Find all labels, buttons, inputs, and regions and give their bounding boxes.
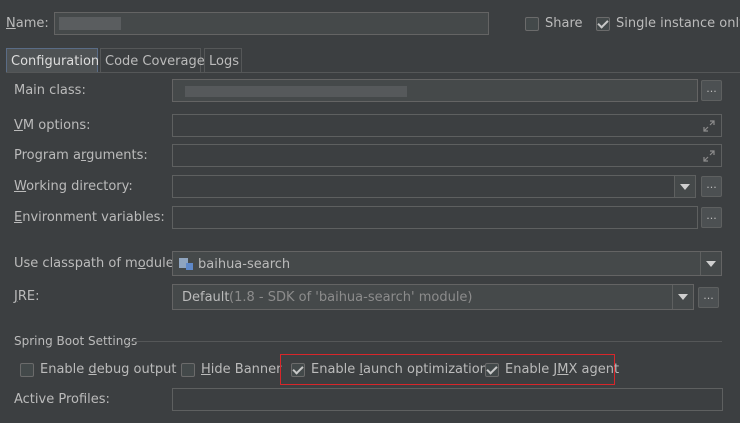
active-profiles-input[interactable] [172, 388, 723, 411]
tab-configuration-label: Configuration [11, 54, 100, 69]
active-profiles-label: Active Profiles: [14, 392, 110, 407]
tab-configuration[interactable]: Configuration [6, 48, 100, 73]
expand-icon[interactable] [703, 150, 715, 162]
working-directory-combo[interactable] [172, 175, 696, 198]
main-class-blurred-value [185, 86, 407, 97]
classpath-dropdown[interactable] [700, 252, 721, 275]
working-directory-label: Working directory: [14, 179, 133, 194]
chevron-down-icon [678, 294, 688, 300]
share-checkbox[interactable] [525, 17, 539, 31]
vm-options-label: VM options: [14, 118, 91, 133]
jre-detail: (1.8 - SDK of 'baihua-search' module) [229, 290, 473, 305]
single-instance-label[interactable]: Single instance only [616, 16, 740, 31]
working-directory-browse-button[interactable]: ... [701, 176, 722, 197]
chevron-down-icon [680, 183, 690, 190]
tab-logs[interactable]: Logs [204, 48, 242, 73]
tab-divider [6, 72, 740, 73]
jre-dropdown[interactable] [672, 285, 693, 309]
main-class-browse-button[interactable]: ... [701, 80, 722, 101]
jre-browse-button[interactable]: ... [698, 287, 719, 308]
name-input[interactable] [54, 12, 489, 35]
spring-boot-section-title: Spring Boot Settings [14, 334, 138, 348]
expand-icon[interactable] [703, 120, 715, 132]
program-arguments-input[interactable] [172, 144, 722, 167]
working-directory-dropdown[interactable] [674, 176, 695, 197]
jmx-agent-label[interactable]: Enable JMX agent [505, 362, 619, 377]
name-label: Name: [6, 16, 49, 31]
launch-optimization-checkbox[interactable] [291, 363, 305, 377]
program-arguments-label: Program arguments: [14, 148, 148, 163]
jmx-agent-checkbox[interactable] [485, 363, 499, 377]
env-vars-browse-button[interactable]: ... [701, 207, 722, 228]
share-label[interactable]: Share [545, 16, 583, 31]
chevron-down-icon [706, 260, 716, 267]
main-class-label: Main class: [14, 83, 86, 98]
single-instance-checkbox[interactable] [596, 17, 610, 31]
env-vars-label: Environment variables: [14, 210, 165, 225]
classpath-combo[interactable]: baihua-search [172, 251, 722, 276]
jre-combo[interactable]: Default (1.8 - SDK of 'baihua-search' mo… [172, 284, 694, 310]
jre-value: Default [182, 290, 230, 305]
tab-logs-label: Logs [209, 54, 239, 69]
classpath-label: Use classpath of module: [14, 256, 179, 271]
tab-code-coverage[interactable]: Code Coverage [100, 48, 205, 73]
module-icon [179, 258, 193, 270]
jre-label: JRE: [14, 289, 40, 304]
vm-options-input[interactable] [172, 114, 722, 137]
hide-banner-label[interactable]: Hide Banner [201, 362, 281, 377]
hide-banner-checkbox[interactable] [181, 363, 195, 377]
enable-debug-checkbox[interactable] [20, 363, 34, 377]
tab-code-coverage-label: Code Coverage [105, 54, 205, 69]
main-class-input[interactable] [172, 79, 698, 102]
env-vars-input[interactable] [172, 206, 698, 229]
section-divider [128, 341, 722, 342]
launch-optimization-label[interactable]: Enable launch optimization [311, 362, 488, 377]
enable-debug-label[interactable]: Enable debug output [40, 362, 176, 377]
name-blurred-value [59, 17, 121, 30]
classpath-value: baihua-search [198, 257, 291, 272]
